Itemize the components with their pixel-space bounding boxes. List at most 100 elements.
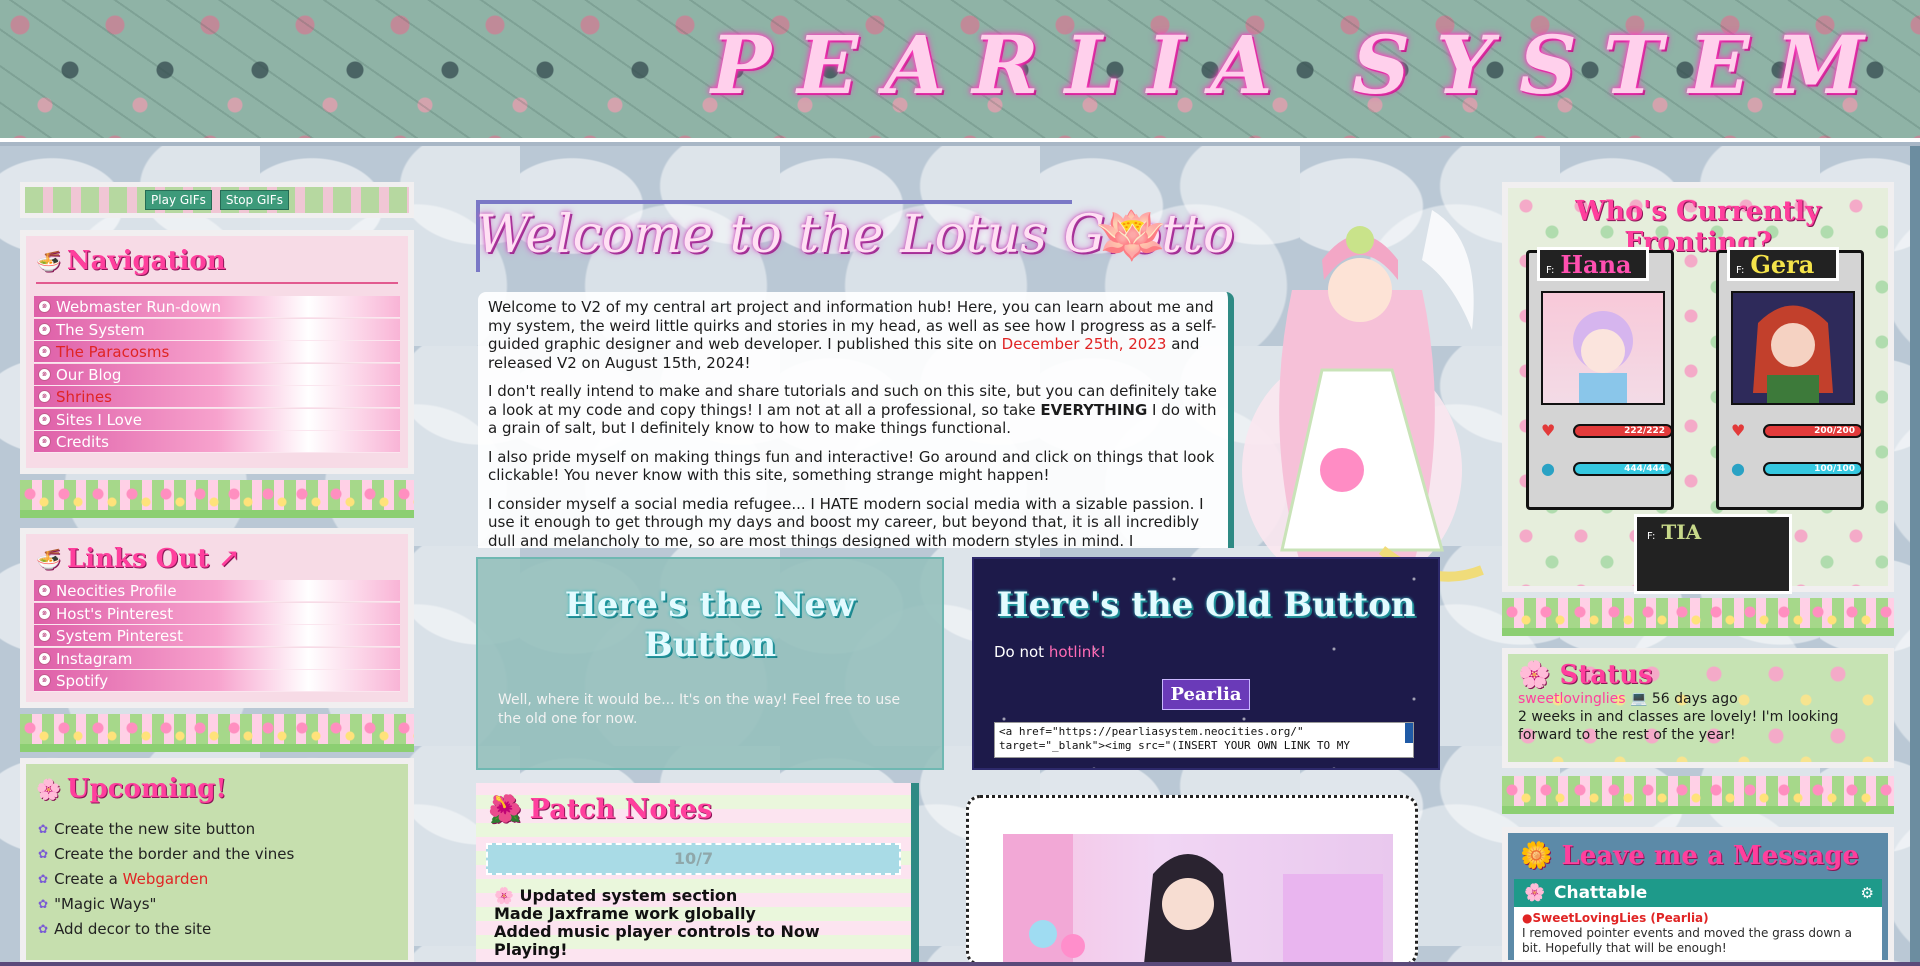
chat-logo-icon: 🌸 xyxy=(1524,883,1546,903)
navigation-panel: 🍜 Navigation ๑ Webmaster Run-down ๑ The Sys… xyxy=(20,230,414,474)
mp-bar: ● 100/100 xyxy=(1727,455,1863,481)
swirl-icon: ๑ xyxy=(38,412,51,426)
links-out-list: ๑ Neocities Profile ๑ Host's Pinterest ๑ Syst… xyxy=(26,580,408,699)
character-room-illustration xyxy=(1003,834,1393,966)
patch-line: Made Jaxframe work globally xyxy=(494,904,756,923)
patch-date: 10/7 xyxy=(486,843,901,875)
links-out-item[interactable]: ๑ Instagram xyxy=(34,647,400,670)
stop-gifs-button[interactable]: Stop GIFs xyxy=(219,190,289,210)
status-heading: 🌸 Status xyxy=(1518,660,1653,690)
flower-divider xyxy=(1502,598,1894,636)
pearlia-site-badge[interactable]: Pearlia xyxy=(1162,679,1250,710)
fronter-portrait xyxy=(1541,291,1665,405)
welcome-paragraph-4: I consider myself a social media refugee… xyxy=(488,494,1204,549)
upcoming-heading: 🌸 Upcoming! xyxy=(26,764,408,810)
chat-username[interactable]: ●SweetLovingLies (Pearlia) xyxy=(1522,911,1874,926)
bowl-icon: 🍜 xyxy=(36,547,61,571)
upcoming-item: ✿ Create a Webgarden xyxy=(38,870,209,888)
angel-character-illustration[interactable] xyxy=(1232,170,1492,590)
welcome-title: Welcome to the Lotus Grotto xyxy=(476,205,1235,265)
upcoming-panel: 🌸 Upcoming! ✿ Create the new site button ✿… xyxy=(20,758,414,966)
swirl-icon: ๑ xyxy=(38,606,51,620)
new-button-text: Well, where it would be... It's on the w… xyxy=(498,692,901,727)
links-out-item[interactable]: ๑ System Pinterest xyxy=(34,625,400,647)
status-meta: sweetlovinglies 💻 56 days ago xyxy=(1518,691,1738,707)
swirl-icon: ๑ xyxy=(38,300,51,313)
flower-icon: 🌸 xyxy=(494,886,514,905)
lace-frame xyxy=(966,795,1418,966)
play-gifs-button[interactable]: Play GIFs xyxy=(145,190,212,210)
patch-notes-panel: 🌺 Patch Notes 10/7 🌸 Updated system sect… xyxy=(476,783,919,963)
flower-divider xyxy=(20,714,414,752)
new-button-panel: Here's the New Button Well, where it wou… xyxy=(476,557,944,770)
embed-code-textarea[interactable]: <a href="https://pearliasystem.neocities… xyxy=(994,722,1414,758)
old-button-heading: Here's the Old Button xyxy=(996,585,1416,625)
heart-icon: ♥ xyxy=(1541,421,1556,440)
nav-item[interactable]: ๑ Credits xyxy=(34,431,400,453)
gear-icon[interactable]: ⚙ xyxy=(1861,879,1874,907)
fronter-portrait xyxy=(1731,291,1855,405)
status-panel: 🌸 Status sweetlovinglies 💻 56 days ago 2… xyxy=(1502,648,1894,768)
swirl-icon: ๑ xyxy=(38,390,51,403)
hotlink-warning: Do not hotlink! xyxy=(994,643,1106,661)
site-title: PEARLIA SYSTEM xyxy=(711,18,1890,112)
upcoming-list: ✿ Create the new site button ✿ Create the b… xyxy=(26,810,408,955)
swirl-icon: ๑ xyxy=(38,322,51,336)
flower-bullet-icon: ✿ xyxy=(38,872,49,886)
upcoming-item: ✿ Create the border and the vines xyxy=(38,845,295,863)
navigation-heading: 🍜 Navigation xyxy=(26,236,408,282)
fronter-card-tia[interactable]: F: TIA xyxy=(1634,514,1792,594)
flower-divider xyxy=(20,480,414,518)
welcome-text-box[interactable]: Welcome to V2 of my central art project … xyxy=(478,292,1234,548)
links-out-item[interactable]: ๑ Spotify xyxy=(34,670,400,692)
nav-item[interactable]: ๑ Shrines xyxy=(34,386,400,408)
fronter-card-gera[interactable]: F: Gera ♥ 200/200 ● 100/100 xyxy=(1716,247,1864,510)
fronter-nametag: F: Hana xyxy=(1537,247,1649,281)
webgarden-link[interactable]: Webgarden xyxy=(123,870,209,888)
chat-messages[interactable]: ●SweetLovingLies (Pearlia) I removed poi… xyxy=(1514,907,1882,960)
divider xyxy=(36,282,398,284)
swirl-icon: ๑ xyxy=(38,651,51,665)
droplet-icon: ● xyxy=(1541,459,1555,478)
fronter-name: Hana xyxy=(1560,250,1632,279)
fronter-name: TIA xyxy=(1661,520,1702,544)
swirl-icon: ๑ xyxy=(38,367,51,381)
bowl-icon: 🍜 xyxy=(36,249,61,273)
hotlink-link[interactable]: hotlink! xyxy=(1049,643,1106,661)
flower-bullet-icon: ✿ xyxy=(38,922,49,936)
patch-line: Added music player controls to Now Playi… xyxy=(494,922,820,959)
message-heading: 🌼 Leave me a Message xyxy=(1520,841,1859,871)
scrollbar-track[interactable] xyxy=(1910,146,1920,966)
flower-icon: 🌸 xyxy=(36,777,61,801)
fronter-name: Gera xyxy=(1750,250,1815,279)
swirl-icon: ๑ xyxy=(38,584,51,597)
links-out-panel: 🍜 Links Out ↗ ๑ Neocities Profile ๑ Host's … xyxy=(20,528,414,708)
patch-notes-body: 🌸 Updated system section Made Jaxframe w… xyxy=(476,875,911,966)
fronting-panel: Who's Currently Fronting? F: Hana ♥ 222/22… xyxy=(1502,182,1894,594)
nav-item[interactable]: ๑ The System xyxy=(34,318,400,341)
flower-bullet-icon: ✿ xyxy=(38,822,49,836)
welcome-paragraph-1: Welcome to V2 of my central art project … xyxy=(488,298,1217,372)
fronter-card-hana[interactable]: F: Hana ♥ 222/222 ● 444/444 xyxy=(1526,247,1674,510)
swirl-icon: ๑ xyxy=(38,345,51,358)
swirl-icon: ๑ xyxy=(38,629,51,642)
nav-item[interactable]: ๑ Sites I Love xyxy=(34,408,400,431)
links-out-item[interactable]: ๑ Host's Pinterest xyxy=(34,602,400,625)
status-text: 2 weeks in and classes are lovely! I'm l… xyxy=(1518,709,1839,743)
chat-message-text: I removed pointer events and moved the g… xyxy=(1522,926,1852,955)
heart-icon: ♥ xyxy=(1731,421,1746,440)
mp-bar: ● 444/444 xyxy=(1537,455,1673,481)
message-panel: 🌼 Leave me a Message 🌸 Chattable ⚙ ●Swee… xyxy=(1502,827,1894,966)
fronter-nametag: F: Gera xyxy=(1727,247,1839,281)
links-out-heading: 🍜 Links Out ↗ xyxy=(26,534,408,580)
nav-item[interactable]: ๑ Our Blog xyxy=(34,363,400,386)
site-header: PEARLIA SYSTEM xyxy=(0,0,1920,142)
patch-notes-heading: 🌺 Patch Notes xyxy=(476,783,911,835)
flower-icon: 🌸 xyxy=(1518,660,1551,690)
nav-item[interactable]: ๑ The Paracosms xyxy=(34,341,400,363)
welcome-paragraph-2: I don't really intend to make and share … xyxy=(488,382,1217,437)
nav-item[interactable]: ๑ Webmaster Run-down xyxy=(34,296,400,318)
links-out-item[interactable]: ๑ Neocities Profile xyxy=(34,580,400,602)
hp-bar: ♥ 222/222 xyxy=(1537,417,1673,443)
gif-controls: Play GIFs Stop GIFs xyxy=(20,182,414,218)
